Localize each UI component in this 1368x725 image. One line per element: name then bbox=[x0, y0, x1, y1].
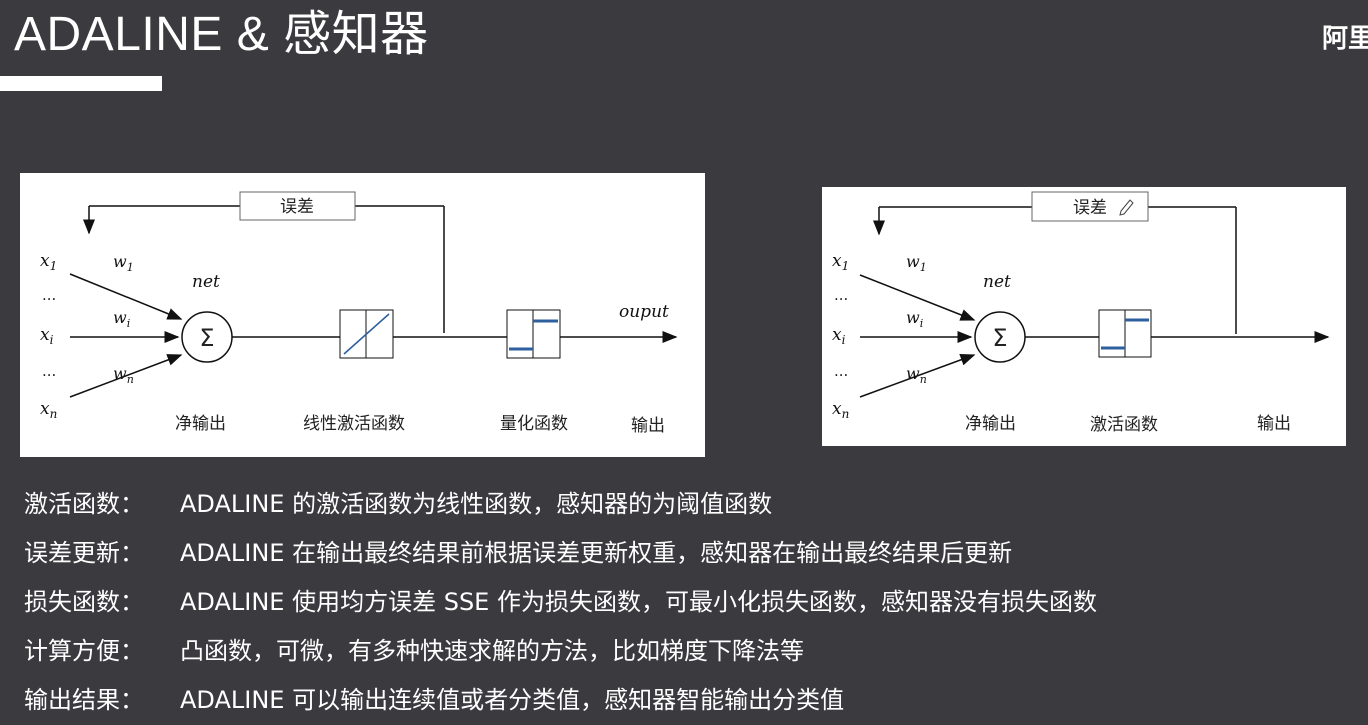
error-feedback-loop bbox=[873, 206, 1237, 334]
note-text: ADALINE 使用均方误差 SSE 作为损失函数，可最小化损失函数，感知器没有… bbox=[180, 588, 1097, 616]
note-key: 激活函数： bbox=[24, 490, 144, 518]
weight-wn: wn bbox=[113, 364, 134, 386]
sum-symbol: Σ bbox=[992, 324, 1007, 352]
input-ellipsis: ... bbox=[42, 362, 56, 380]
threshold-activation-block bbox=[1098, 309, 1152, 358]
note-row: 输出结果： ADALINE 可以输出连续值或者分类值，感知器智能输出分类值 bbox=[24, 676, 1097, 725]
input-xi: xi bbox=[40, 325, 54, 347]
weight-w1: w1 bbox=[906, 252, 927, 274]
title-underline bbox=[0, 76, 162, 91]
note-row: 计算方便： 凸函数，可微，有多种快速求解的方法，比如梯度下降法等 bbox=[24, 627, 1097, 676]
weight-wn: wn bbox=[906, 364, 927, 386]
caption-activation: 激活函数 bbox=[1090, 415, 1158, 435]
error-label: 误差 bbox=[280, 197, 314, 217]
input-x1: x1 bbox=[832, 251, 849, 273]
note-key: 计算方便： bbox=[24, 637, 144, 665]
error-label: 误差 bbox=[1073, 198, 1107, 218]
quantizer-block bbox=[506, 309, 561, 359]
note-text: ADALINE 可以输出连续值或者分类值，感知器智能输出分类值 bbox=[180, 686, 845, 714]
input-xi: xi bbox=[832, 325, 846, 347]
output-label: ouput bbox=[619, 302, 669, 322]
weight-wi: wi bbox=[906, 308, 923, 330]
input-ellipsis: ... bbox=[834, 362, 848, 380]
note-text: ADALINE 在输出最终结果前根据误差更新权重，感知器在输出最终结果后更新 bbox=[180, 539, 1013, 567]
corner-logo-text: 阿里 bbox=[1322, 24, 1368, 54]
slide-title: ADALINE & 感知器 bbox=[14, 8, 429, 61]
input-ellipsis: ... bbox=[834, 286, 848, 304]
caption-quantizer: 量化函数 bbox=[500, 414, 568, 434]
input-ellipsis: ... bbox=[42, 286, 56, 304]
caption-output: 输出 bbox=[631, 416, 665, 436]
input-xn: xn bbox=[832, 399, 849, 421]
note-row: 损失函数： ADALINE 使用均方误差 SSE 作为损失函数，可最小化损失函数… bbox=[24, 578, 1097, 627]
weight-w1: w1 bbox=[113, 252, 134, 274]
note-key: 误差更新： bbox=[24, 539, 144, 567]
input-x1: x1 bbox=[40, 251, 57, 273]
net-label: net bbox=[983, 272, 1011, 292]
perceptron-diagram: 误差 x1 ... xi ... xn w1 wi wn net Σ 净输出 激… bbox=[822, 187, 1346, 446]
note-key: 损失函数： bbox=[24, 588, 144, 616]
adaline-diagram: 误差 x1 ... xi ... xn w1 wi wn net Σ ouput… bbox=[20, 173, 705, 457]
caption-linear-activation: 线性激活函数 bbox=[303, 414, 405, 434]
note-text: ADALINE 的激活函数为线性函数，感知器的为阈值函数 bbox=[180, 490, 773, 518]
weight-wi: wi bbox=[113, 308, 130, 330]
note-row: 误差更新： ADALINE 在输出最终结果前根据误差更新权重，感知器在输出最终结… bbox=[24, 529, 1097, 578]
input-xn: xn bbox=[40, 399, 57, 421]
note-key: 输出结果： bbox=[24, 686, 144, 714]
comparison-notes: 激活函数： ADALINE 的激活函数为线性函数，感知器的为阈值函数 误差更新：… bbox=[24, 480, 1097, 725]
linear-activation-block bbox=[339, 309, 394, 359]
caption-net-output: 净输出 bbox=[965, 414, 1016, 434]
net-label: net bbox=[192, 272, 220, 292]
caption-output: 输出 bbox=[1257, 414, 1291, 434]
caption-net-output: 净输出 bbox=[175, 414, 226, 434]
sum-symbol: Σ bbox=[199, 324, 214, 352]
note-row: 激活函数： ADALINE 的激活函数为线性函数，感知器的为阈值函数 bbox=[24, 480, 1097, 529]
note-text: 凸函数，可微，有多种快速求解的方法，比如梯度下降法等 bbox=[180, 637, 804, 665]
